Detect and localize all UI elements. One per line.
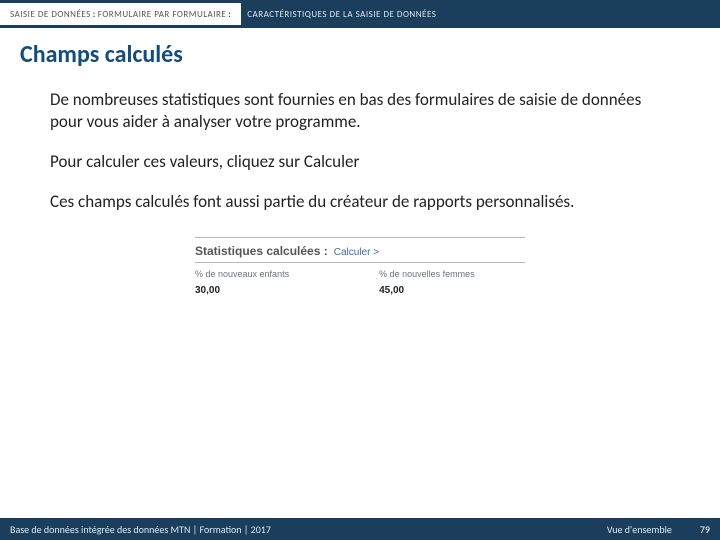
breadcrumb: SAISIE DE DONNÉES : FORMULAIRE PAR FORMU… <box>0 0 436 28</box>
stats-col-2-value: 45,00 <box>379 279 475 296</box>
footer-bar: Base de données intégrée des données MTN… <box>0 518 720 540</box>
footer-section-label: Vue d'ensemble <box>607 523 672 536</box>
stats-col-1-value: 30,00 <box>195 279 289 296</box>
stats-col-1: % de nouveaux enfants 30,00 <box>195 269 289 296</box>
footer-right: Vue d'ensemble 79 <box>607 523 710 536</box>
breadcrumb-text-1: SAISIE DE DONNÉES <box>10 9 91 20</box>
breadcrumb-sep-1: : <box>91 9 98 20</box>
breadcrumb-text-3: CARACTÉRISTIQUES DE LA SAISIE DE DONNÉES <box>241 9 436 20</box>
body-content: De nombreuses statistiques sont fournies… <box>0 79 720 296</box>
footer-left-text: Base de données intégrée des données MTN… <box>10 523 271 536</box>
stats-col-2-label: % de nouvelles femmes <box>379 269 475 279</box>
breadcrumb-level-1: SAISIE DE DONNÉES : FORMULAIRE PAR FORMU… <box>0 3 241 25</box>
stats-header-row: Statistiques calculées : Calculer > <box>195 244 525 263</box>
calculate-link[interactable]: Calculer > <box>334 247 379 258</box>
breadcrumb-text-2: FORMULAIRE PAR FORMULAIRE <box>98 9 226 20</box>
stats-figure: Statistiques calculées : Calculer > % de… <box>195 237 525 296</box>
stats-title: Statistiques calculées : <box>195 244 328 258</box>
page-number: 79 <box>700 523 710 536</box>
paragraph-1: De nombreuses statistiques sont fournies… <box>50 89 670 133</box>
stats-col-2: % de nouvelles femmes 45,00 <box>379 269 475 296</box>
paragraph-2: Pour calculer ces valeurs, cliquez sur C… <box>50 151 670 173</box>
slide: SAISIE DE DONNÉES : FORMULAIRE PAR FORMU… <box>0 0 720 540</box>
stats-columns: % de nouveaux enfants 30,00 % de nouvell… <box>195 263 525 296</box>
paragraph-3: Ces champs calculés font aussi partie du… <box>50 191 670 213</box>
page-title: Champs calculés <box>0 28 720 79</box>
stats-col-1-label: % de nouveaux enfants <box>195 269 289 279</box>
breadcrumb-sep-2: : <box>226 9 233 20</box>
header-bar: SAISIE DE DONNÉES : FORMULAIRE PAR FORMU… <box>0 0 720 28</box>
